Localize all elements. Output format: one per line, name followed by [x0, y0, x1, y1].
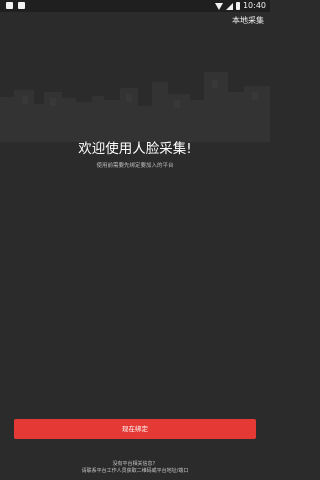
status-time: 10:40 [242, 1, 266, 10]
notification-icon [18, 2, 25, 9]
city-skyline-illustration [0, 72, 270, 142]
footer-question: 没有平台相关信息？ [112, 461, 158, 467]
battery-icon [235, 2, 240, 10]
status-indicators: 10:40 [214, 1, 266, 11]
status-bar: 10:40 [0, 0, 270, 12]
notification-icon [6, 2, 13, 9]
welcome-subtitle: 使用前需要先绑定要加入的平台 [96, 163, 174, 169]
signal-icon [225, 2, 233, 10]
top-bar: 本地采集 [0, 12, 270, 30]
local-capture-button[interactable]: 本地采集 [232, 15, 264, 27]
footer-hint: 请联系平台工作人员获取二维码或平台地址/端口 [81, 468, 189, 474]
bind-now-button[interactable]: 现在绑定 [14, 419, 256, 439]
status-notifications [6, 2, 25, 9]
wifi-icon [214, 2, 223, 10]
welcome-title: 欢迎使用人脸采集! [78, 141, 192, 157]
